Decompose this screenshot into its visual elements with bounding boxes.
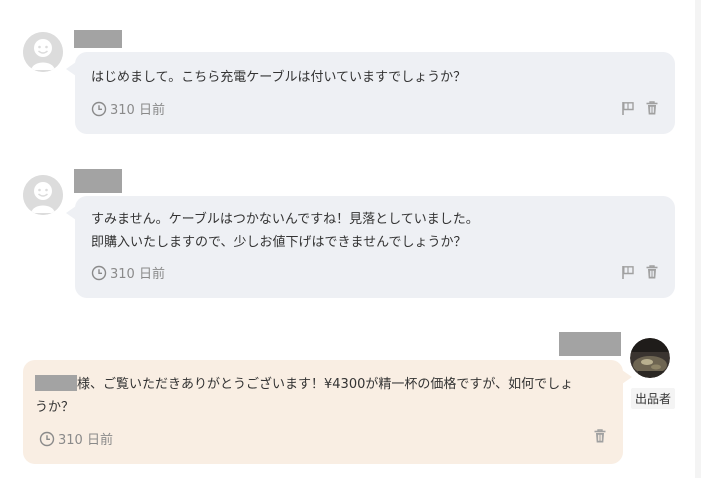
clock-icon bbox=[91, 265, 107, 280]
delete-button[interactable] bbox=[644, 264, 660, 280]
time-label: 310 日前 bbox=[110, 267, 165, 282]
bubble-tail bbox=[66, 62, 76, 76]
delete-button[interactable] bbox=[592, 428, 608, 444]
message-time: 310 日前 bbox=[39, 429, 113, 448]
recipient-name-redacted bbox=[35, 375, 77, 391]
message-time: 310 日前 bbox=[91, 263, 165, 282]
message-bubble: すみません。ケーブルはつかないんですね！見落としていました。 即購入いたしますの… bbox=[66, 196, 675, 298]
default-avatar-icon bbox=[23, 175, 63, 215]
buyer-name-redacted[interactable] bbox=[74, 169, 122, 193]
bubble-tail bbox=[622, 370, 632, 384]
report-button[interactable] bbox=[620, 264, 636, 280]
seller-badge: 出品者 bbox=[631, 388, 676, 409]
message-bubble: 様、ご覧いただきありがとうございます！¥4300が精一杯の価格ですが、如何でしょ… bbox=[23, 360, 632, 464]
report-button[interactable] bbox=[620, 100, 636, 116]
flag-icon bbox=[622, 266, 634, 279]
clock-icon bbox=[91, 101, 107, 116]
message-text: 様、ご覧いただきありがとうございます！¥4300が精一杯の価格ですが、如何でしょ… bbox=[35, 373, 573, 419]
time-label: 310 日前 bbox=[110, 103, 165, 118]
bubble-tail bbox=[66, 206, 76, 220]
default-avatar-icon bbox=[23, 32, 63, 72]
message-text: はじめまして。こちら充電ケーブルは付いていますでしょうか？ bbox=[91, 70, 467, 85]
buyer-avatar[interactable] bbox=[23, 32, 63, 72]
flag-icon bbox=[622, 102, 634, 115]
trash-icon bbox=[646, 265, 658, 279]
trash-icon bbox=[594, 429, 606, 443]
buyer-avatar[interactable] bbox=[23, 175, 63, 215]
message-line: 様、ご覧いただきありがとうございます！¥4300が精一杯の価格ですが、如何でしょ bbox=[77, 377, 574, 392]
seller-avatar[interactable] bbox=[630, 338, 670, 378]
seller-name-redacted[interactable] bbox=[559, 332, 621, 356]
message-line: うか？ bbox=[35, 400, 75, 415]
message-text: すみません。ケーブルはつかないんですね！見落としていました。 即購入いたしますの… bbox=[91, 212, 479, 250]
clock-icon bbox=[39, 431, 55, 446]
seller-photo-avatar bbox=[630, 338, 670, 378]
message-bubble: はじめまして。こちら充電ケーブルは付いていますでしょうか？ 310 日前 bbox=[66, 52, 675, 134]
message-time: 310 日前 bbox=[91, 99, 165, 118]
buyer-name-redacted[interactable] bbox=[74, 30, 122, 48]
trash-icon bbox=[646, 101, 658, 115]
time-label: 310 日前 bbox=[58, 433, 113, 448]
scrollbar-track bbox=[695, 0, 701, 478]
delete-button[interactable] bbox=[644, 100, 660, 116]
